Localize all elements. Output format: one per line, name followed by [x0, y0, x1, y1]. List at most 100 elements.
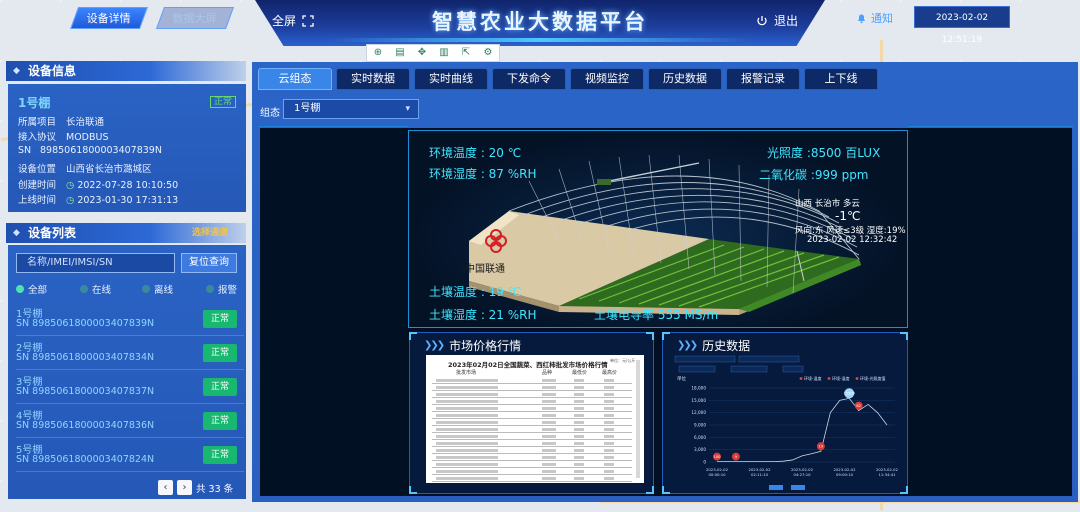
- x-tick-label: 02:11:10: [751, 472, 769, 477]
- page-title: 智慧农业大数据平台: [432, 10, 648, 34]
- arrows-icon: ❯❯❯: [424, 340, 445, 351]
- status-badge: 正常: [210, 96, 237, 108]
- filter-alarm[interactable]: 报警: [206, 282, 237, 296]
- search-input[interactable]: 名称/IMEI/IMSI/SN: [16, 253, 175, 273]
- list-item[interactable]: 2号棚 SN 8985061800003407834N 正常: [16, 336, 244, 370]
- doc-row: [432, 391, 632, 398]
- legend-dot: [827, 377, 831, 380]
- list-item-sn: SN 8985061800003407834N: [16, 352, 155, 363]
- reset-query-button[interactable]: 复位查询: [181, 253, 237, 273]
- tab-video[interactable]: 视频监控: [570, 68, 644, 90]
- doc-header: 批发市场: [456, 370, 477, 376]
- select-channel-badge[interactable]: 选择通道: [192, 223, 228, 243]
- device-info-panel: 1号棚 正常 所属项目 长治联通 接入协议 MODBUS SN 89850618000…: [8, 84, 246, 212]
- doc-scrollbar[interactable]: [636, 360, 640, 478]
- settings-icon[interactable]: ⚙: [483, 48, 493, 58]
- list-item-sn: SN 8985061800003407839N: [16, 318, 155, 329]
- tab-realtime-data[interactable]: 实时数据: [336, 68, 410, 90]
- status-button[interactable]: 正常: [203, 446, 237, 464]
- doc-row: [432, 461, 632, 468]
- filter-all[interactable]: 全部: [16, 282, 47, 296]
- logout-button[interactable]: 退出: [756, 12, 798, 29]
- filter-select: [674, 355, 736, 363]
- filter-select: [738, 355, 800, 363]
- status-button[interactable]: 正常: [203, 378, 237, 396]
- doc-row: [432, 468, 632, 475]
- y-tick-label: 12,000: [691, 410, 706, 415]
- status-button[interactable]: 正常: [203, 412, 237, 430]
- tab-cloud-config[interactable]: 云组态: [258, 68, 332, 90]
- device-info-heading: 设备信息: [6, 61, 246, 81]
- y-tick-label: 6,000: [694, 435, 706, 440]
- tab-realtime-curve[interactable]: 实时曲线: [414, 68, 488, 90]
- weather-temp: -1℃: [835, 209, 861, 223]
- radio-icon: [206, 285, 214, 293]
- filter-online[interactable]: 在线: [80, 282, 111, 296]
- tab-online-offline[interactable]: 上下线: [804, 68, 878, 90]
- doc-header: 品种: [542, 370, 553, 376]
- doc-header: 最低价: [572, 370, 588, 376]
- info-row-sn: SN 8985061800003407839N: [18, 145, 162, 156]
- logout-label: 退出: [774, 14, 799, 28]
- list-item-sn: SN 8985061800003407824N: [16, 454, 155, 465]
- zoom-icon[interactable]: ⊕: [373, 48, 383, 58]
- brand-label: 中国联通: [465, 264, 505, 275]
- doc-row: [432, 412, 632, 419]
- group-select[interactable]: 1号棚 ▾: [283, 99, 419, 119]
- legend-entry: 环境-温度: [804, 375, 821, 381]
- next-page-button[interactable]: ›: [177, 480, 192, 495]
- doc-row: [432, 398, 632, 405]
- tab-alarm-records[interactable]: 报警记录: [726, 68, 800, 90]
- legend-entry: 环境-湿度: [832, 375, 849, 381]
- list-item-sn: SN 8985061800003407836N: [16, 420, 155, 431]
- doc-row: [432, 433, 632, 440]
- y-axis-unit: 单位: [677, 375, 686, 382]
- fullscreen-button[interactable]: 全屏: [272, 12, 314, 29]
- chart-zoom-button: [769, 485, 783, 490]
- doc-row: [432, 475, 632, 482]
- fullscreen-label: 全屏: [272, 14, 297, 28]
- filter-offline[interactable]: 离线: [142, 282, 173, 296]
- filter-select: [730, 365, 768, 373]
- y-tick-label: 3,000: [694, 447, 706, 452]
- fit-icon[interactable]: ✥: [417, 48, 427, 58]
- y-tick-label: 0: [703, 460, 706, 465]
- list-item[interactable]: 3号棚 SN 8985061800003407837N 正常: [16, 370, 244, 404]
- list-item-sn: SN 8985061800003407837N: [16, 386, 155, 397]
- doc-header: 最高价: [602, 370, 618, 376]
- tab-device-detail[interactable]: 设备详情: [69, 7, 149, 29]
- list-item[interactable]: 5号棚 SN 8985061800003407824N 正常: [16, 438, 244, 472]
- info-row-location: 设备位置 山西省长治市潞城区: [18, 164, 152, 175]
- info-row-protocol: 接入协议 MODBUS: [18, 132, 109, 143]
- device-list-heading: 设备列表 选择通道: [6, 223, 246, 243]
- notice-button[interactable]: 通知: [856, 10, 893, 26]
- list-item[interactable]: 4号棚 SN 8985061800003407836N 正常: [16, 404, 244, 438]
- doc-unit: 单位：元/公斤: [610, 358, 636, 363]
- status-button[interactable]: 正常: [203, 344, 237, 362]
- power-icon: [757, 15, 767, 25]
- info-row-online: 上线时间 ◷ 2023-01-30 17:31:13: [18, 195, 179, 206]
- chart-zoom-button: [791, 485, 805, 490]
- print-icon[interactable]: ▥: [439, 48, 449, 58]
- status-button[interactable]: 正常: [203, 310, 237, 328]
- prev-page-button[interactable]: ‹: [158, 480, 173, 495]
- chevron-down-icon: ▾: [405, 104, 410, 114]
- datetime-display: 2023-02-02 12:51:19: [914, 6, 1010, 45]
- toolbar: ⊕ ▤ ✥ ▥ ⇱ ⚙: [366, 44, 500, 62]
- market-price-document: 2023年02月02日全国蔬菜、西红柿批发市场价格行情 单位：元/公斤 批发市场…: [426, 355, 644, 483]
- doc-row: [432, 454, 632, 461]
- tab-send-command[interactable]: 下发命令: [492, 68, 566, 90]
- reading-air-humidity: 环境湿度 : 87 %RH: [429, 167, 537, 181]
- tab-data-screen[interactable]: 数据大屏: [155, 7, 235, 29]
- y-tick-label: 18,000: [691, 386, 706, 391]
- filter-select: [678, 365, 716, 373]
- weather-location: 山西 长治市 多云: [795, 199, 860, 209]
- reading-light: 光照度 :8500 百LUX: [767, 146, 881, 160]
- tab-history[interactable]: 历史数据: [648, 68, 722, 90]
- export-icon[interactable]: ⇱: [461, 48, 471, 58]
- group-label: 组态: [260, 108, 280, 119]
- history-chart: 单位 环境-温度 环境-湿度 环境-光照度值 18,000 15,000 12,000 9,0…: [674, 355, 899, 490]
- list-item[interactable]: 1号棚 SN 8985061800003407839N 正常: [16, 302, 244, 336]
- save-icon[interactable]: ▤: [395, 48, 405, 58]
- title-glow: [330, 38, 750, 42]
